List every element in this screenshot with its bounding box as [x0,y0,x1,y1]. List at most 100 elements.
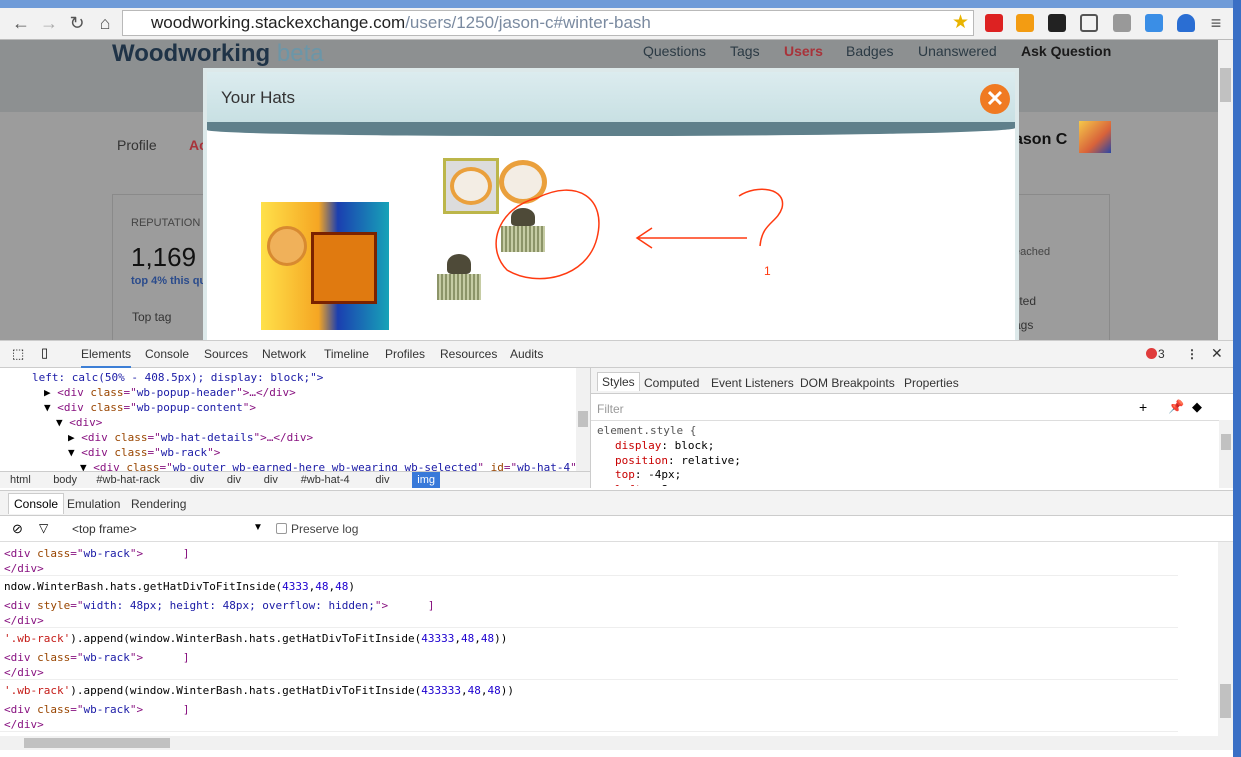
style-property[interactable]: top [615,468,635,481]
console-line[interactable]: </div> [4,665,44,680]
page-scrollbar[interactable] [1218,40,1233,340]
adblock-icon[interactable] [985,14,1003,32]
nav-tags[interactable]: Tags [730,43,760,59]
site-logo[interactable]: Woodworking beta [112,40,324,68]
bookmark-star-icon[interactable]: ★ [952,11,969,35]
back-icon[interactable]: ← [10,13,32,34]
style-property[interactable]: left [615,483,642,487]
style-value[interactable]: -8px; [655,483,688,487]
tab-event-listeners[interactable]: Event Listeners [711,376,794,390]
console-output[interactable]: <div class="wb-rack"> ] </div> ndow.Winter… [0,542,1218,736]
dom-node[interactable]: ▼ <div class="wb-rack"> [68,445,220,460]
nav-unanswered[interactable]: Unanswered [918,43,997,59]
tab-profiles[interactable]: Profiles [385,347,425,361]
tab-dom-breakpoints[interactable]: DOM Breakpoints [800,376,895,390]
console-line[interactable]: <div class="wb-rack"> ] [4,702,189,717]
nav-questions[interactable]: Questions [643,43,706,59]
console-line[interactable]: </div> [4,717,44,732]
tab-timeline[interactable]: Timeline [324,347,369,361]
tab-styles[interactable]: Styles [597,372,640,391]
new-style-rule-icon[interactable]: + [1139,399,1147,415]
style-value[interactable]: -4px; [648,468,681,481]
tab-console[interactable]: Console [145,347,189,361]
breadcrumb-item[interactable]: html [10,474,31,486]
reload-icon[interactable]: ↻ [66,13,88,34]
grass-hat-icon[interactable] [435,254,483,302]
console-line[interactable]: <div class="wb-rack"> ] [4,650,189,665]
style-property[interactable]: display [615,439,661,452]
style-rule[interactable]: display: block; [615,439,1115,454]
error-count[interactable]: 3 [1158,347,1165,361]
console-line[interactable]: '.wb-rack').append(window.WinterBash.hat… [4,683,514,698]
style-value[interactable]: block; [675,439,715,452]
breadcrumb-item[interactable]: img [412,472,441,488]
console-line[interactable]: <div class="wb-rack"> ] [4,546,189,561]
extension-icon[interactable] [1145,14,1163,32]
console-line[interactable]: <div style="width: 48px; height: 48px; o… [4,598,435,613]
pin-icon[interactable]: 📌 [1168,399,1184,415]
breadcrumb-item[interactable]: #wb-hat-4 [301,474,350,486]
dom-node[interactable]: ▼ <div class="wb-outer wb-earned-here wb… [80,460,577,471]
console-line[interactable]: ndow.WinterBash.hats.getHatDivToFitInsid… [4,579,355,594]
console-vertical-scrollbar[interactable] [1218,542,1233,750]
tab-sources[interactable]: Sources [204,347,248,361]
breadcrumb-item[interactable]: #wb-hat-rack [96,474,160,486]
menu-icon[interactable]: ≡ [1205,13,1227,34]
rss-icon[interactable] [1016,14,1034,32]
dom-node[interactable]: left: calc(50% - 408.5px); display: bloc… [32,370,323,385]
color-format-icon[interactable]: ◆ [1192,399,1202,415]
download-icon[interactable] [1177,14,1195,32]
close-devtools-icon[interactable]: ✕ [1211,345,1223,362]
browser-tab-strip[interactable] [0,0,1241,8]
drawer-tab-console[interactable]: Console [8,493,65,514]
device-mode-icon[interactable]: ▯ [41,345,48,361]
nav-badges[interactable]: Badges [846,43,893,59]
cloud-icon[interactable] [1080,14,1098,32]
styles-scrollbar[interactable] [1219,420,1233,488]
console-horizontal-scrollbar[interactable] [0,736,1218,750]
nav-users[interactable]: Users [784,43,823,59]
close-button[interactable]: ✕ [980,84,1010,114]
tab-profile[interactable]: Profile [117,137,157,153]
address-bar[interactable]: woodworking.stackexchange.com/users/1250… [122,10,974,36]
drawer-tab-emulation[interactable]: Emulation [67,497,120,511]
breadcrumb-item[interactable]: div [227,474,241,486]
style-property[interactable]: position [615,454,668,467]
dom-node[interactable]: ▶ <div class="wb-popup-header">…</div> [44,385,296,400]
style-rule[interactable]: top: -4px; [615,468,1115,483]
style-value[interactable]: relative; [681,454,741,467]
tab-audits[interactable]: Audits [510,347,543,361]
more-options-icon[interactable]: ⋮ [1186,347,1198,361]
style-rule[interactable]: position: relative; [615,454,1115,469]
error-icon[interactable] [1146,348,1157,359]
tab-resources[interactable]: Resources [440,347,497,361]
style-rule[interactable]: left: -8px; [615,483,1115,487]
console-line[interactable]: </div> [4,613,44,628]
style-rules[interactable]: display: block; position: relative; top: -… [615,439,1115,486]
dom-node[interactable]: ▼ <div> [56,415,102,430]
extension-icon[interactable] [1048,14,1066,32]
dom-node[interactable]: ▶ <div class="wb-hat-details">…</div> [68,430,313,445]
rank-text[interactable]: top 4% this qu [131,275,206,287]
breadcrumb-item[interactable]: div [264,474,278,486]
breadcrumb-item[interactable]: body [53,474,77,486]
tab-elements[interactable]: Elements [81,347,132,368]
avatar[interactable] [1079,121,1111,153]
forward-icon[interactable]: → [38,13,60,34]
tab-properties[interactable]: Properties [904,376,959,390]
preserve-log-checkbox[interactable] [276,523,287,534]
console-line[interactable]: '.wb-rack').append(window.WinterBash.hat… [4,631,507,646]
home-icon[interactable]: ⌂ [94,13,116,34]
tab-network[interactable]: Network [262,347,306,361]
frame-select[interactable]: <top frame> [72,522,137,536]
drawer-tab-rendering[interactable]: Rendering [131,497,186,511]
breadcrumb-item[interactable]: div [375,474,389,486]
elements-scrollbar[interactable] [576,368,590,471]
clear-console-icon[interactable]: ⊘ [12,521,23,537]
dom-node[interactable]: ▼ <div class="wb-popup-content"> [44,400,256,415]
elements-tree[interactable]: left: calc(50% - 408.5px); display: bloc… [0,368,590,471]
console-line[interactable]: </div> [4,561,44,576]
breadcrumb-item[interactable]: div [190,474,204,486]
ask-question-link[interactable]: Ask Question [1021,43,1111,59]
inspect-element-icon[interactable]: ⬚ [12,346,24,362]
